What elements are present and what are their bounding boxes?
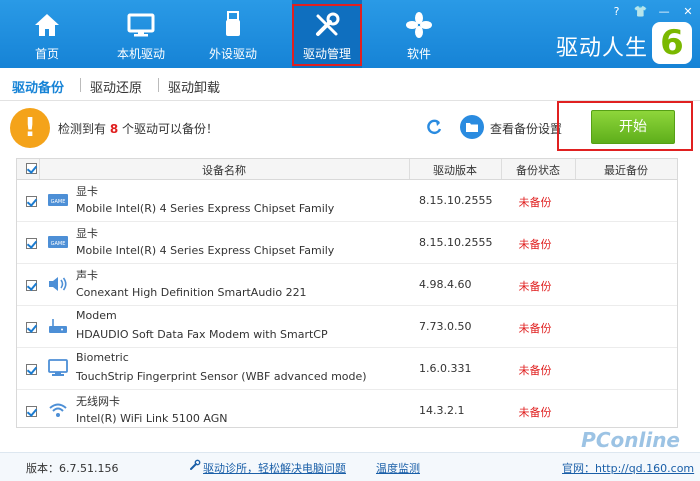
device-name: Conexant High Definition SmartAudio 221 — [76, 286, 307, 299]
svg-text:GAME: GAME — [51, 199, 66, 205]
header-backup-status: 备份状态 — [516, 164, 560, 177]
device-name: HDAUDIO Soft Data Fax Modem with SmartCP — [76, 328, 328, 341]
top-nav-bar: 首页 本机驱动 外设驱动 驱动管理 软件 ? 👕 — ✕ 驱动人生 6 — [0, 0, 700, 68]
svg-text:GAME: GAME — [51, 241, 66, 247]
refresh-icon[interactable] — [425, 118, 443, 136]
skin-icon[interactable]: 👕 — [632, 4, 648, 20]
device-category: 无线网卡 — [76, 395, 120, 408]
official-website-link[interactable]: 官网：http://qd.160.com — [562, 460, 694, 476]
row-checkbox[interactable] — [26, 196, 37, 207]
header-driver-version: 驱动版本 — [433, 164, 477, 177]
home-icon — [35, 14, 59, 36]
brand-name: 驱动人生 — [555, 36, 648, 61]
backup-status: 未备份 — [518, 322, 552, 335]
version-label: 版本：6.7.51.156 — [26, 462, 119, 475]
tab-divider — [158, 78, 159, 92]
nav-home-label: 首页 — [34, 47, 59, 61]
driver-version: 8.15.10.2555 — [419, 194, 493, 207]
backup-status: 未备份 — [518, 238, 552, 251]
nav-peripheral-drivers-label: 外设驱动 — [208, 47, 257, 61]
notice-suffix: 个驱动可以备份！ — [122, 122, 219, 136]
table-row[interactable]: 声卡 Conexant High Definition SmartAudio 2… — [17, 264, 677, 306]
table-row[interactable]: GAME 显卡 Mobile Intel(R) 4 Series Express… — [17, 222, 677, 264]
row-checkbox[interactable] — [26, 280, 37, 291]
apps-icon — [406, 12, 432, 38]
usb-icon — [226, 11, 240, 36]
device-name: Intel(R) WiFi Link 5100 AGN — [76, 412, 228, 425]
driver-version: 14.3.2.1 — [419, 404, 465, 417]
row-checkbox[interactable] — [26, 238, 37, 249]
device-category: 声卡 — [76, 269, 98, 282]
device-category: 显卡 — [76, 185, 98, 198]
monitor-icon — [127, 13, 155, 37]
backup-status: 未备份 — [518, 406, 552, 419]
footer-bar: 版本：6.7.51.156 驱动诊所，轻松解决电脑问题 温度监测 官网：http… — [0, 452, 700, 481]
device-category: 显卡 — [76, 227, 98, 240]
table-row[interactable]: GAME 显卡 Mobile Intel(R) 4 Series Express… — [17, 180, 677, 222]
help-icon[interactable]: ? — [609, 4, 625, 20]
device-name: TouchStrip Fingerprint Sensor (WBF advan… — [76, 370, 367, 383]
driver-version: 7.73.0.50 — [419, 320, 472, 333]
highlight-box-start — [557, 101, 693, 151]
backup-status: 未备份 — [518, 280, 552, 293]
tab-driver-uninstall[interactable]: 驱动卸载 — [168, 77, 220, 96]
device-name: Mobile Intel(R) 4 Series Express Chipset… — [76, 202, 335, 215]
wrench-icon — [190, 459, 201, 470]
temperature-monitor-link[interactable]: 温度监测 — [376, 460, 420, 476]
driver-clinic-link[interactable]: 驱动诊所，轻松解决电脑问题 — [203, 460, 346, 476]
backup-status: 未备份 — [518, 364, 552, 377]
row-checkbox[interactable] — [26, 322, 37, 333]
window-controls: ? 👕 — ✕ — [605, 4, 696, 20]
biometric-icon — [48, 359, 68, 376]
warning-icon: ! — [10, 108, 50, 148]
watermark-logo: PConline — [581, 428, 680, 452]
graphics-card-icon: GAME — [48, 194, 68, 206]
backup-notice: 检测到有 8 个驱动可以备份！ — [58, 120, 218, 137]
select-all-checkbox[interactable] — [26, 163, 37, 174]
header-last-backup: 最近备份 — [604, 164, 648, 177]
nav-software[interactable]: 软件 — [384, 0, 454, 68]
row-checkbox[interactable] — [26, 364, 37, 375]
brand-logo-digit: 6 — [660, 23, 684, 63]
nav-local-drivers[interactable]: 本机驱动 — [106, 0, 176, 68]
backup-status: 未备份 — [518, 196, 552, 209]
driver-version: 1.6.0.331 — [419, 362, 472, 375]
notice-prefix: 检测到有 — [58, 122, 107, 136]
tab-driver-backup[interactable]: 驱动备份 — [12, 77, 64, 96]
nav-home[interactable]: 首页 — [12, 0, 82, 68]
driver-version: 8.15.10.2555 — [419, 236, 493, 249]
minimize-icon[interactable]: — — [656, 4, 672, 20]
device-category: Biometric — [76, 351, 129, 364]
table-row[interactable]: 无线网卡 Intel(R) WiFi Link 5100 AGN 14.3.2.… — [17, 390, 677, 431]
wifi-icon — [49, 403, 67, 417]
nav-peripheral-drivers[interactable]: 外设驱动 — [198, 0, 268, 68]
table-row[interactable]: Modem HDAUDIO Soft Data Fax Modem with S… — [17, 306, 677, 348]
tab-divider — [80, 78, 81, 92]
modem-icon — [49, 319, 67, 333]
driver-count: 8 — [109, 122, 119, 136]
close-icon[interactable]: ✕ — [680, 4, 696, 20]
device-category: Modem — [76, 309, 117, 322]
folder-icon[interactable] — [460, 115, 484, 139]
device-name: Mobile Intel(R) 4 Series Express Chipset… — [76, 244, 335, 257]
table-header: 设备名称 驱动版本 备份状态 最近备份 — [17, 159, 677, 180]
highlight-box-nav — [292, 4, 362, 66]
header-device-name: 设备名称 — [202, 164, 246, 177]
table-row[interactable]: Biometric TouchStrip Fingerprint Sensor … — [17, 348, 677, 390]
graphics-card-icon: GAME — [48, 236, 68, 248]
view-backup-settings-link[interactable]: 查看备份设置 — [490, 120, 562, 137]
driver-version: 4.98.4.60 — [419, 278, 472, 291]
nav-software-label: 软件 — [406, 47, 431, 61]
tab-driver-restore[interactable]: 驱动还原 — [90, 77, 142, 96]
sub-tabs: 驱动备份 驱动还原 驱动卸载 — [0, 68, 700, 101]
brand-logo: 6 — [652, 22, 692, 64]
nav-local-drivers-label: 本机驱动 — [116, 47, 165, 61]
driver-table: 设备名称 驱动版本 备份状态 最近备份 GAME 显卡 Mobile Intel… — [16, 158, 678, 428]
row-checkbox[interactable] — [26, 406, 37, 417]
speaker-icon — [49, 277, 67, 291]
